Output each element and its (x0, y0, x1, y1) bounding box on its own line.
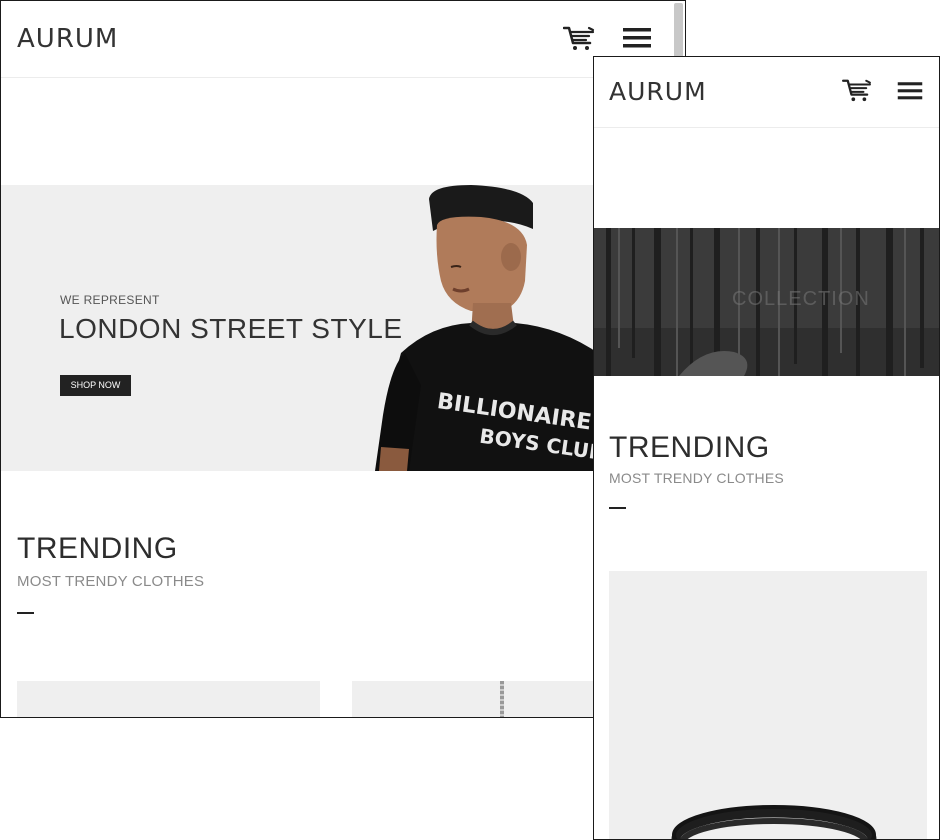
hamburger-menu-icon[interactable] (621, 25, 653, 51)
hero-model-image: BILLIONAIRE BOYS CLUB (375, 185, 601, 471)
hero-title: LONDON STREET STYLE (59, 313, 403, 344)
product-image (671, 805, 877, 839)
site-header: AURUM (594, 57, 939, 128)
product-card[interactable] (609, 571, 927, 839)
hamburger-menu-icon[interactable] (896, 79, 924, 103)
mobile-view-screenshot: AURUM COLLECTION TRENDING MOST TRENDY CL… (593, 56, 940, 840)
hero-banner: WE REPRESENT LONDON STREET STYLE SHOP NO… (1, 185, 685, 471)
trending-subtitle: MOST TRENDY CLOTHES (609, 470, 784, 486)
site-header: AURUM (1, 1, 685, 78)
trending-title: TRENDING (609, 431, 770, 464)
brand-logo[interactable]: AURUM (609, 77, 707, 106)
tablet-view-screenshot: AURUM WE REPRESENT LONDON STREET STYLE S… (0, 0, 686, 718)
shopping-cart-icon[interactable] (563, 25, 595, 51)
collection-banner-text: COLLECTION (732, 288, 870, 310)
product-card[interactable] (17, 681, 320, 717)
collection-banner[interactable]: COLLECTION (594, 228, 939, 376)
trending-divider (609, 507, 626, 509)
shopping-cart-icon[interactable] (842, 78, 872, 102)
shop-now-button[interactable]: SHOP NOW (60, 375, 131, 396)
trending-subtitle: MOST TRENDY CLOTHES (17, 573, 205, 590)
hero-kicker-text: WE REPRESENT (60, 293, 160, 307)
trending-title: TRENDING (17, 532, 178, 565)
brand-logo[interactable]: AURUM (17, 24, 118, 54)
trending-divider (17, 612, 34, 614)
product-image (500, 681, 504, 717)
